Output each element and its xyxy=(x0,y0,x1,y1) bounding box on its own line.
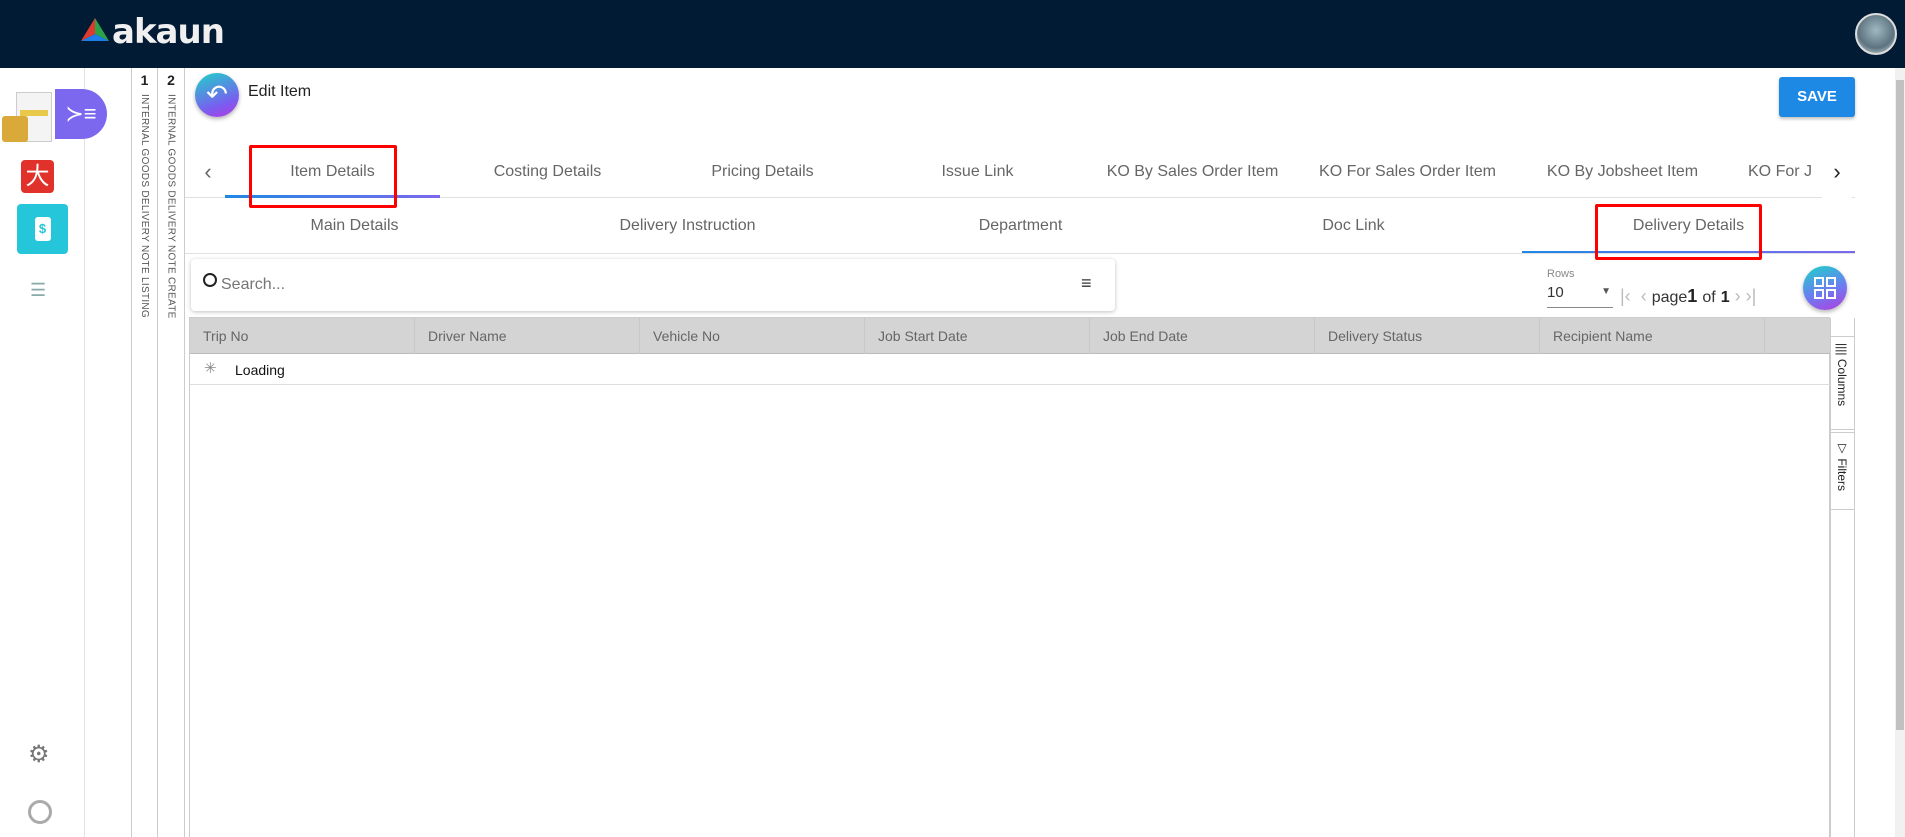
subtab-department[interactable]: Department xyxy=(854,198,1187,253)
pagination: |‹ ‹ page1 of 1 › ›| xyxy=(1620,286,1756,307)
filters-label: Filters xyxy=(1835,458,1849,492)
tabs-prev-icon[interactable]: ‹ xyxy=(195,146,221,198)
back-button[interactable]: ↶ xyxy=(195,73,239,117)
logo-text: akaun xyxy=(112,12,225,52)
tabs-next-icon[interactable]: › xyxy=(1822,146,1852,198)
columns-panel-button[interactable]: |||| Columns xyxy=(1830,336,1855,430)
cash-app-icon[interactable]: $ xyxy=(17,204,68,254)
loading-row: ✳ Loading xyxy=(190,354,1830,385)
user-icon[interactable] xyxy=(28,800,52,824)
filter-funnel-icon: ▽ xyxy=(1835,441,1849,455)
column-header-delivery-status[interactable]: Delivery Status xyxy=(1315,318,1540,354)
page-total: 1 xyxy=(1720,289,1730,306)
spinner-icon: ✳ xyxy=(204,360,217,377)
filter-icon[interactable]: ≡ xyxy=(1081,273,1092,294)
subtab-doc-link[interactable]: Doc Link xyxy=(1187,198,1520,253)
loading-text: Loading xyxy=(235,362,285,378)
red-app-icon[interactable]: 大 xyxy=(21,160,54,193)
panel-number: 1 xyxy=(140,72,149,88)
filters-panel-button[interactable]: ▽ Filters xyxy=(1830,432,1855,510)
akaun-logo-icon xyxy=(81,18,109,41)
panel-create[interactable]: 2 INTERNAL GOODS DELIVERY NOTE CREATE xyxy=(158,68,185,837)
panel-title: INTERNAL GOODS DELIVERY NOTE CREATE xyxy=(165,94,177,319)
column-header-driver-name[interactable]: Driver Name xyxy=(415,318,640,354)
scrollbar[interactable] xyxy=(1895,68,1905,837)
search-bar: ≡ xyxy=(191,259,1115,311)
column-header-vehicle-no[interactable]: Vehicle No xyxy=(640,318,865,354)
rows-label: Rows xyxy=(1547,268,1575,280)
tab-ko-for-jobsheet[interactable]: KO For J xyxy=(1748,146,1820,198)
next-page-icon[interactable]: › xyxy=(1735,286,1741,306)
tab-ko-by-jobsheet-item[interactable]: KO By Jobsheet Item xyxy=(1515,146,1730,198)
tab-issue-link[interactable]: Issue Link xyxy=(870,146,1085,198)
rows-select[interactable]: 10 ▼ xyxy=(1547,284,1613,308)
subtab-delivery-instruction[interactable]: Delivery Instruction xyxy=(521,198,854,253)
column-header-trip-no[interactable]: Trip No xyxy=(190,318,415,354)
scrollbar-thumb[interactable] xyxy=(1896,80,1904,730)
gear-icon[interactable]: ⚙ xyxy=(28,740,50,769)
subtab-main-details[interactable]: Main Details xyxy=(188,198,521,253)
panel-number: 2 xyxy=(167,72,175,88)
search-input[interactable] xyxy=(221,271,1041,299)
column-header-job-start-date[interactable]: Job Start Date xyxy=(865,318,1090,354)
of-word: of xyxy=(1702,289,1716,306)
column-header-job-end-date[interactable]: Job End Date xyxy=(1090,318,1315,354)
search-icon xyxy=(203,273,217,287)
tab-ko-for-sales-order-item[interactable]: KO For Sales Order Item xyxy=(1300,146,1515,198)
menu-toggle-icon[interactable]: ≻≡ xyxy=(55,89,107,139)
top-header: akaun xyxy=(0,0,1905,68)
panel-title: INTERNAL GOODS DELIVERY NOTE LISTING xyxy=(139,94,150,318)
delivery-note-app-icon[interactable] xyxy=(2,90,52,148)
avatar[interactable] xyxy=(1855,13,1897,55)
page-number: 1 xyxy=(1687,286,1698,306)
grid-icon xyxy=(1814,277,1836,299)
grid-view-button[interactable] xyxy=(1803,266,1847,310)
first-page-icon[interactable]: |‹ xyxy=(1620,286,1631,306)
sidebar: ≻≡ 大 $ ☰ ⚙ xyxy=(0,68,107,837)
tab-pricing-details[interactable]: Pricing Details xyxy=(655,146,870,198)
list-icon[interactable]: ☰ xyxy=(30,280,46,301)
columns-label: Columns xyxy=(1835,358,1849,407)
data-grid xyxy=(189,317,1830,837)
prev-page-icon[interactable]: ‹ xyxy=(1641,286,1647,306)
columns-icon: |||| xyxy=(1835,343,1849,356)
highlight-box xyxy=(1595,204,1762,260)
save-button[interactable]: SAVE xyxy=(1779,77,1855,117)
rows-value: 10 xyxy=(1547,284,1564,301)
dropdown-icon: ▼ xyxy=(1601,286,1611,297)
panel-listing[interactable]: 1 INTERNAL GOODS DELIVERY NOTE LISTING xyxy=(131,68,158,837)
last-page-icon[interactable]: ›| xyxy=(1746,286,1757,306)
column-header-recipient-name[interactable]: Recipient Name xyxy=(1540,318,1765,354)
tab-ko-by-sales-order-item[interactable]: KO By Sales Order Item xyxy=(1085,146,1300,198)
page-word: page xyxy=(1651,289,1688,306)
tab-costing-details[interactable]: Costing Details xyxy=(440,146,655,198)
page-title: Edit Item xyxy=(248,83,312,100)
back-arrow-icon: ↶ xyxy=(206,79,228,109)
